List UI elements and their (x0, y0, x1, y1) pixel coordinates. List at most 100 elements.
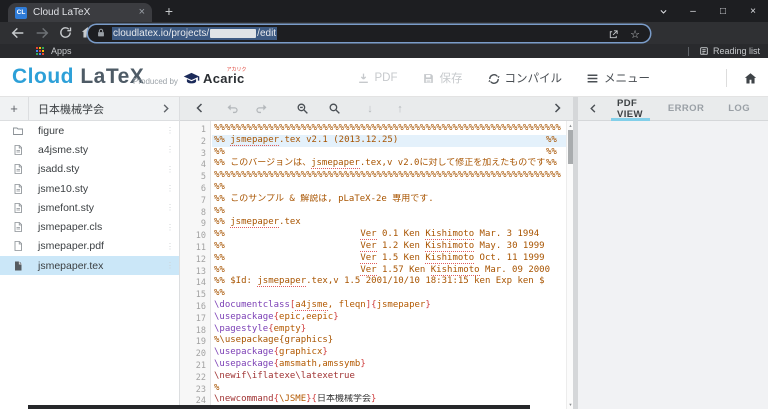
code-line-22[interactable]: \newif\iflatexe\latexetrue (212, 371, 566, 383)
file-overflow-icon[interactable]: ⋮ (166, 184, 174, 193)
back-icon[interactable] (10, 25, 26, 41)
file-row-jsadd.sty[interactable]: jsadd.sty ⋮ (0, 160, 179, 179)
doc-icon (12, 144, 24, 156)
code-line-20[interactable]: \usepackage{graphicx} (212, 347, 566, 359)
scrollbar-thumb[interactable] (568, 130, 573, 164)
code-line-5[interactable]: %%%%%%%%%%%%%%%%%%%%%%%%%%%%%%%%%%%%%%%%… (212, 170, 566, 182)
code-line-12[interactable]: %% Ver 1.5 Ken Kishimoto Oct. 11 1999 (212, 252, 566, 265)
url-text[interactable]: cloudlatex.io/projects//edit (112, 26, 278, 40)
code-line-11[interactable]: %% Ver 1.2 Ken Kishimoto May. 30 1999 (212, 240, 566, 253)
apps-label[interactable]: Apps (51, 46, 72, 56)
browser-tab[interactable]: CL Cloud LaTeX × (8, 3, 152, 22)
tab-log[interactable]: LOG (722, 97, 756, 121)
code-line-4[interactable]: %% このバージョンは、jsmepaper.tex,v v2.0に対して修正を加… (212, 158, 566, 170)
code-line-10[interactable]: %% Ver 0.1 Ken Kishimoto Mar. 3 1994 (212, 229, 566, 241)
file-overflow-icon[interactable]: ⋮ (166, 165, 174, 174)
tab-pdf-view[interactable]: PDF VIEW (611, 97, 650, 121)
doc-icon (12, 163, 24, 175)
forward-icon[interactable] (34, 25, 50, 41)
code-line-16[interactable]: \documentclass[a4jsme, fleqn]{jsmepaper} (212, 299, 566, 312)
code-line-15[interactable]: %% (212, 288, 566, 300)
line-number: 9 (200, 219, 206, 230)
code-line-21[interactable]: \usepackage{amsmath,amssymb} (212, 359, 566, 371)
collapse-panel-chevron-icon[interactable] (588, 103, 599, 114)
editor-scrollbar[interactable]: ▲ ▼ (566, 121, 573, 409)
share-icon[interactable] (608, 29, 620, 41)
file-overflow-icon[interactable]: ⋮ (166, 223, 174, 232)
undo-icon[interactable] (226, 102, 240, 116)
code-line-18[interactable]: \pagestyle{empty} (212, 324, 566, 336)
divider (726, 69, 727, 87)
tab-title: Cloud LaTeX (33, 7, 91, 18)
code-line-17[interactable]: \usepackage{epic,eepic} (212, 312, 566, 324)
file-row-a4jsme.sty[interactable]: a4jsme.sty ⋮ (0, 140, 179, 159)
browser-toolbar: cloudlatex.io/projects//edit ☆ ⋮ (0, 22, 768, 60)
reading-list[interactable]: Reading list (687, 44, 760, 58)
cloudlatex-logo[interactable]: Cloud LaTeX (12, 65, 144, 89)
acaric-kana-label: アカリク (226, 67, 247, 73)
file-overflow-icon[interactable]: ⋮ (166, 242, 174, 251)
file-overflow-icon[interactable]: ⋮ (166, 203, 174, 212)
chevron-down-icon[interactable] (648, 0, 678, 22)
pdf-button[interactable]: PDF (357, 72, 398, 85)
file-overflow-icon[interactable]: ⋮ (166, 145, 174, 154)
find-replace-icon[interactable] (296, 102, 310, 116)
save-button[interactable]: 保存 (422, 70, 463, 86)
file-name: jsmepaper.pdf (38, 240, 104, 253)
minimize-button[interactable]: – (678, 0, 708, 22)
url-bar[interactable]: cloudlatex.io/projects//edit ☆ (88, 24, 650, 42)
maximize-button[interactable]: □ (708, 0, 738, 22)
code-line-9[interactable]: %% jsmepaper.tex (212, 217, 566, 229)
apps-grid-icon[interactable] (36, 46, 45, 56)
file-name: jsme10.sty (38, 182, 89, 195)
redo-icon[interactable] (254, 102, 268, 116)
tab-close-icon[interactable]: × (139, 7, 145, 18)
collapse-right-chevron-icon[interactable] (551, 102, 565, 116)
project-name: 日本機械学会 (38, 103, 104, 116)
app-home-button[interactable] (743, 71, 758, 86)
find-prev-arrow-icon[interactable]: ↑ (393, 102, 407, 116)
close-button[interactable]: × (738, 0, 768, 22)
code-line-1[interactable]: %%%%%%%%%%%%%%%%%%%%%%%%%%%%%%%%%%%%%%%%… (212, 123, 566, 135)
code-line-3[interactable]: %%%% (212, 147, 566, 159)
file-row-jsmepaper.cls[interactable]: jsmepaper.cls ⋮ (0, 217, 179, 236)
bookmark-star-icon[interactable]: ☆ (629, 29, 641, 41)
cloudlatex-favicon: CL (15, 6, 27, 19)
code-area[interactable]: 1 2 3 4 5 6 7 8 9 10 11 12 13 14 15 16 17 18 19 20 21 22 23 24 … (180, 121, 573, 409)
collapse-left-chevron-icon[interactable] (194, 102, 208, 116)
lock-icon[interactable] (96, 28, 106, 38)
code-line-19[interactable]: %\usepackage{graphics} (212, 335, 566, 347)
line-number: 10 (195, 231, 206, 242)
produced-by-label: Produced by (133, 77, 178, 86)
file-overflow-icon[interactable]: ⋮ (166, 126, 174, 135)
find-next-arrow-icon[interactable]: ↓ (363, 102, 377, 116)
compile-button[interactable]: コンパイル (487, 70, 562, 86)
menu-button[interactable]: メニュー (586, 70, 650, 86)
acaric-logo[interactable]: Acaric アカリク (183, 67, 247, 87)
code-line-14[interactable]: %% $Id: jsmepaper.tex,v 1.5 2001/10/10 1… (212, 276, 566, 288)
save-icon (422, 72, 435, 85)
code-line-23[interactable]: % (212, 383, 566, 395)
code-line-7[interactable]: %% このサンプル & 解説は, pLaTeX-2e 専用です. (212, 194, 566, 206)
doc-filled-icon (12, 260, 24, 272)
add-file-button[interactable]: + (0, 101, 28, 116)
code-line-13[interactable]: %% Ver 1.57 Ken Kishimoto Mar. 09 2000 (212, 264, 566, 277)
file-row-jsmefont.sty[interactable]: jsmefont.sty ⋮ (0, 198, 179, 217)
code-line-8[interactable]: %% (212, 206, 566, 218)
search-icon[interactable] (328, 102, 342, 116)
tab-error[interactable]: ERROR (662, 97, 710, 121)
file-row-jsmepaper.tex[interactable]: jsmepaper.tex ⋮ (0, 256, 179, 276)
file-name: jsmepaper.tex (38, 259, 104, 272)
file-row-figure[interactable]: figure ⋮ (0, 121, 179, 140)
file-row-jsme10.sty[interactable]: jsme10.sty ⋮ (0, 179, 179, 198)
new-tab-button[interactable]: + (160, 2, 178, 20)
code-line-6[interactable]: %% (212, 182, 566, 194)
scroll-up-icon[interactable]: ▲ (567, 123, 574, 128)
code-line-2[interactable]: %% jsmepaper.tex v2.1 (2013.12.25)%% (212, 134, 566, 147)
line-number: 23 (195, 384, 206, 395)
chevron-right-icon[interactable] (160, 103, 171, 114)
scroll-down-icon[interactable]: ▼ (567, 402, 574, 407)
file-row-jsmepaper.pdf[interactable]: jsmepaper.pdf ⋮ (0, 237, 179, 256)
file-overflow-icon[interactable]: ⋮ (166, 261, 174, 270)
reload-icon[interactable] (58, 25, 74, 41)
